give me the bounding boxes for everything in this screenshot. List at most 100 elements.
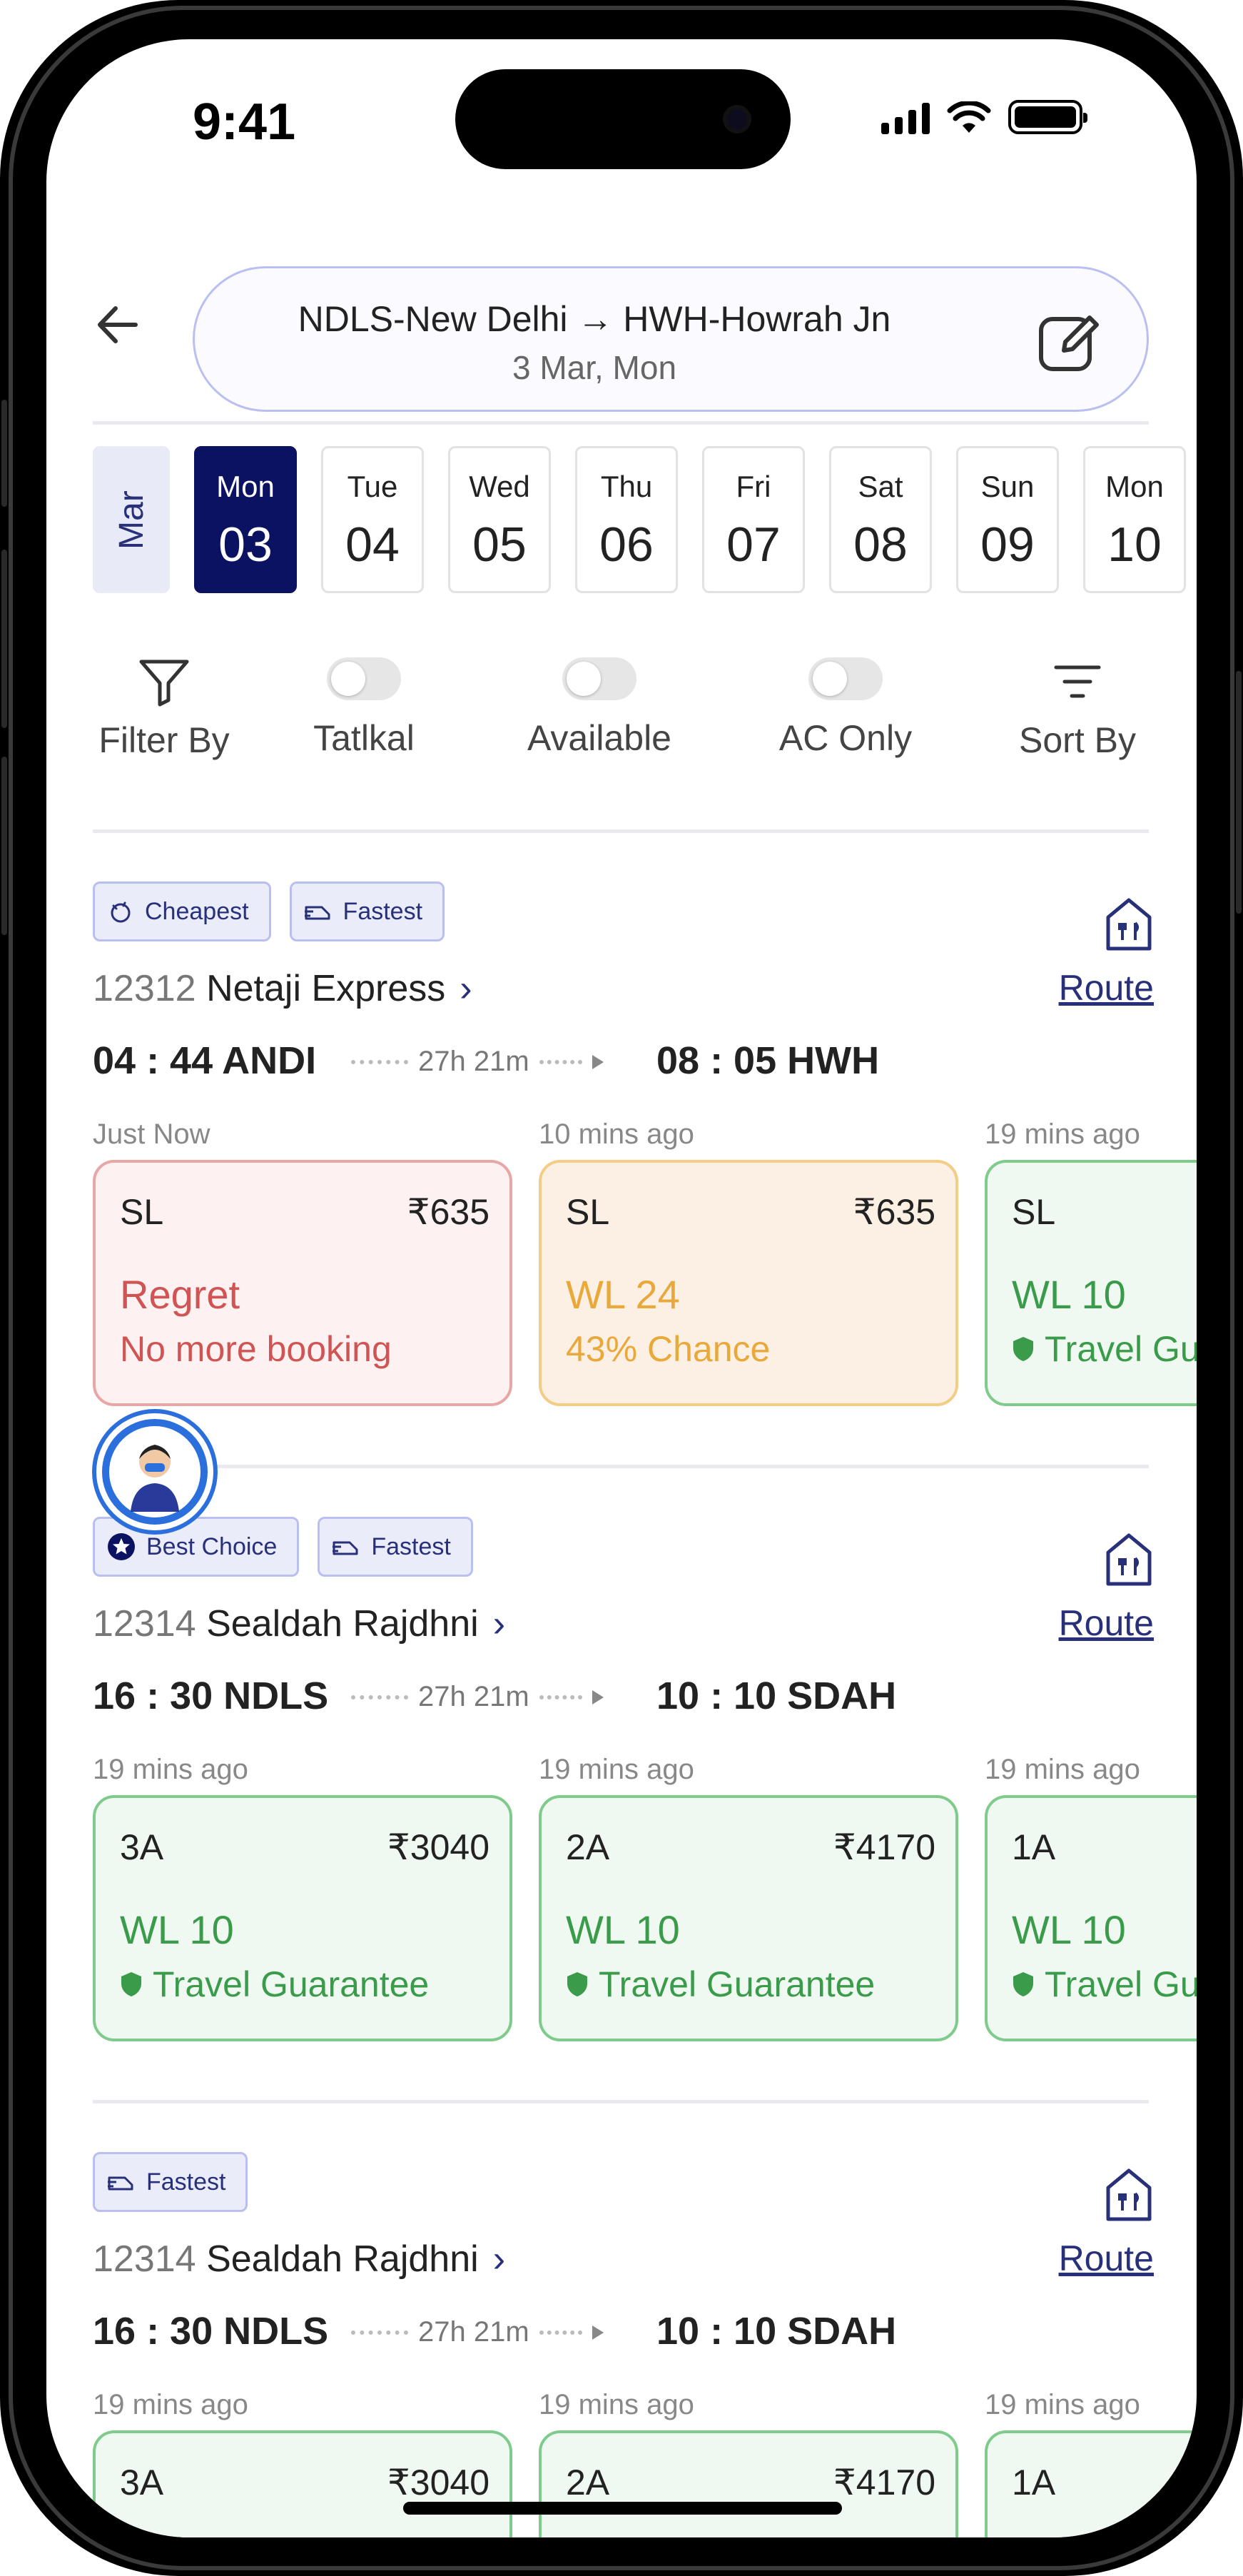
filter-bar: Filter By Tatlkal Available AC Only Sort… (93, 653, 1149, 817)
train-title[interactable]: 12314 Sealdah Rajdhni › (93, 1602, 505, 1645)
signal-icon (881, 103, 930, 134)
pantry-icon (1106, 1533, 1152, 1586)
pantry-icon (1106, 898, 1152, 951)
tag-cheapest: Cheapest (93, 882, 271, 941)
class-card[interactable]: 2A ₹4170 WL 10 Travel Guarantee (539, 1795, 958, 2041)
departure: 16 : 30 NDLS (93, 2310, 329, 2353)
dynamic-island (455, 69, 791, 169)
updated-time: Just Now (93, 1118, 210, 1150)
toggle-switch[interactable] (562, 657, 636, 700)
class-card[interactable]: 2A ₹4170 (539, 2430, 958, 2537)
available-toggle[interactable]: Available (521, 657, 678, 759)
arrival: 08 : 05 HWH (656, 1039, 880, 1082)
train-card[interactable]: Best Choice Fastest 12314 Sealdah Rajdhn… (46, 1517, 1197, 2095)
shield-icon (1013, 1337, 1033, 1361)
assistant-avatar[interactable] (96, 1413, 213, 1530)
fast-train-icon (333, 1541, 358, 1555)
tag-list: Cheapest Fastest (93, 882, 445, 941)
class-card[interactable]: 3A ₹3040 (93, 2430, 512, 2537)
updated-time: 19 mins ago (93, 1754, 248, 1785)
date-item-selected[interactable]: Mon 03 (194, 446, 297, 593)
date-item[interactable]: Fri 07 (702, 446, 805, 593)
class-card[interactable]: 1A (985, 2430, 1197, 2537)
shield-icon (1013, 1972, 1033, 1996)
arrival: 10 : 10 SDAH (656, 2310, 897, 2353)
route-link[interactable]: Route (1059, 1602, 1154, 1644)
train-timing: 16 : 30 NDLS 27h 21m 10 : 10 SDAH (93, 1674, 1020, 1724)
wifi-icon (947, 101, 991, 133)
toggle-switch[interactable] (327, 657, 401, 700)
class-card[interactable]: 3A ₹3040 WL 10 Travel Guarantee (93, 1795, 512, 2041)
tag-best-choice: Best Choice (93, 1517, 300, 1577)
search-header: NDLS-New Delhi → HWH-Howrah Jn 3 Mar, Mo… (46, 225, 1197, 418)
divider (93, 829, 1149, 833)
train-timing: 04 : 44 ANDI 27h 21m 08 : 05 HWH (93, 1039, 1020, 1089)
date-item[interactable]: Thu 06 (575, 446, 678, 593)
chevron-right-icon: › (460, 968, 472, 1009)
tag-fastest: Fastest (289, 882, 445, 941)
class-card[interactable]: SL WL 10 Travel Guarantee (985, 1160, 1197, 1406)
journey-date: 3 Mar, Mon (512, 349, 677, 386)
updated-time: 19 mins ago (985, 1754, 1140, 1785)
route-link[interactable]: Route (1059, 967, 1154, 1009)
date-item[interactable]: Mon 10 (1083, 446, 1186, 593)
divider (93, 421, 1149, 425)
chevron-right-icon: › (492, 2238, 506, 2280)
status-icons (881, 100, 1087, 134)
route-link[interactable]: Route (1059, 2238, 1154, 2279)
train-title[interactable]: 12312 Netaji Express › (93, 967, 472, 1010)
edit-icon[interactable] (1034, 308, 1102, 376)
assistant-icon (109, 1426, 201, 1517)
updated-time: 10 mins ago (539, 1118, 694, 1150)
fast-train-icon (108, 2176, 133, 2191)
app-screen: 9:41 NDLS-New Delhi → HWH-Howrah Jn 3 Ma… (46, 39, 1197, 2537)
updated-time: 19 mins ago (985, 2389, 1140, 2420)
departure: 16 : 30 NDLS (93, 1675, 329, 1717)
ac-only-toggle[interactable]: AC Only (771, 657, 920, 759)
tag-fastest: Fastest (318, 1517, 473, 1577)
arrival: 10 : 10 SDAH (656, 1675, 897, 1717)
updated-time: 19 mins ago (985, 1118, 1140, 1150)
tag-fastest: Fastest (93, 2152, 248, 2212)
month-label: Mar (93, 446, 170, 593)
train-card[interactable]: Cheapest Fastest 12312 Netaji Express › R… (46, 882, 1197, 1460)
updated-time: 19 mins ago (539, 1754, 694, 1785)
updated-time: 19 mins ago (539, 2389, 694, 2420)
date-strip: Mar Mon 03 Tue 04 Wed 05 Thu 06 Fri 07 Sat 08 … (93, 446, 1186, 593)
date-item[interactable]: Sun 09 (956, 446, 1059, 593)
sort-icon (1054, 665, 1101, 698)
date-item[interactable]: Tue 04 (321, 446, 424, 593)
updated-time: 19 mins ago (93, 2389, 248, 2420)
piggy-bank-icon (111, 901, 131, 923)
pantry-icon (1106, 2168, 1152, 2221)
train-timing: 16 : 30 NDLS 27h 21m 10 : 10 SDAH (93, 2309, 1020, 2359)
status-time: 9:41 (193, 94, 296, 151)
divider (93, 2100, 1149, 2103)
journey-summary[interactable]: NDLS-New Delhi → HWH-Howrah Jn 3 Mar, Mo… (193, 266, 1149, 412)
route-text: NDLS-New Delhi → HWH-Howrah Jn (298, 299, 891, 339)
sort-by-button[interactable]: Sort By (1006, 653, 1149, 761)
tag-list: Fastest (93, 2152, 248, 2212)
duration: 27h 21m (351, 2316, 604, 2348)
tatkal-toggle[interactable]: Tatlkal (307, 657, 421, 759)
duration: 27h 21m (351, 1681, 604, 1713)
home-indicator[interactable] (403, 2502, 842, 2515)
class-card[interactable]: SL ₹635 Regret No more booking (93, 1160, 512, 1406)
date-item[interactable]: Wed 05 (448, 446, 551, 593)
battery-icon (1008, 100, 1087, 134)
divider (93, 1465, 1149, 1468)
shield-icon (567, 1972, 587, 1996)
toggle-switch[interactable] (808, 657, 883, 700)
filter-by-button[interactable]: Filter By (93, 653, 235, 761)
class-card[interactable]: 1A WL 10 Travel Guarantee (985, 1795, 1197, 2041)
departure: 04 : 44 ANDI (93, 1039, 317, 1082)
train-card[interactable]: Fastest 12314 Sealdah Rajdhni › Route 16 … (46, 2152, 1197, 2537)
class-card[interactable]: SL ₹635 WL 24 43% Chance (539, 1160, 958, 1406)
train-title[interactable]: 12314 Sealdah Rajdhni › (93, 2238, 505, 2280)
back-arrow-icon[interactable] (86, 293, 150, 357)
fast-train-icon (304, 906, 330, 920)
date-item[interactable]: Sat 08 (829, 446, 932, 593)
duration: 27h 21m (351, 1046, 604, 1078)
device-frame: 9:41 NDLS-New Delhi → HWH-Howrah Jn 3 Ma… (0, 0, 1243, 2576)
shield-icon (121, 1972, 141, 1996)
